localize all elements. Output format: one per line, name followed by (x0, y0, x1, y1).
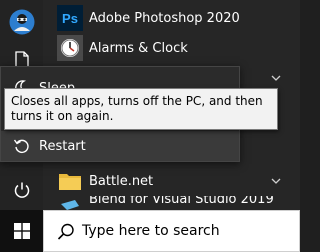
avatar-icon (9, 9, 34, 35)
search-placeholder: Type here to search (82, 223, 220, 239)
shutdown-tooltip: Closes all apps, turns off the PC, and t… (4, 88, 278, 130)
power-button[interactable] (0, 170, 43, 210)
app-item-blend[interactable]: Blend for Visual Studio 2019 (43, 196, 300, 210)
folder-label: Battle.net (89, 173, 154, 189)
app-label: Alarms & Clock (89, 40, 188, 56)
alarms-clock-tile (57, 35, 83, 61)
photoshop-icon: Ps (57, 5, 83, 31)
clock-icon (61, 39, 79, 57)
blend-icon (61, 200, 79, 210)
app-folder-battle-net[interactable]: Battle.net (43, 163, 300, 199)
app-label: Adobe Photoshop 2020 (89, 10, 240, 26)
taskbar: Type here to search (0, 210, 300, 252)
chevron-down-icon[interactable] (270, 72, 282, 84)
chevron-down-icon[interactable] (270, 175, 282, 187)
power-icon (14, 182, 29, 198)
windows-icon (13, 223, 30, 239)
restart-menu-item[interactable]: Restart (1, 131, 239, 161)
start-button[interactable] (0, 210, 43, 252)
search-input[interactable]: Type here to search (43, 210, 300, 252)
user-account-button[interactable] (0, 2, 43, 42)
restart-label: Restart (39, 138, 86, 154)
restart-icon (13, 139, 29, 153)
photoshop-icon-text: Ps (62, 10, 78, 26)
app-label: Blend for Visual Studio 2019 (89, 196, 274, 207)
app-item-alarms-clock[interactable]: Alarms & Clock (43, 30, 300, 66)
folder-icon (59, 174, 81, 190)
search-icon (57, 223, 74, 240)
